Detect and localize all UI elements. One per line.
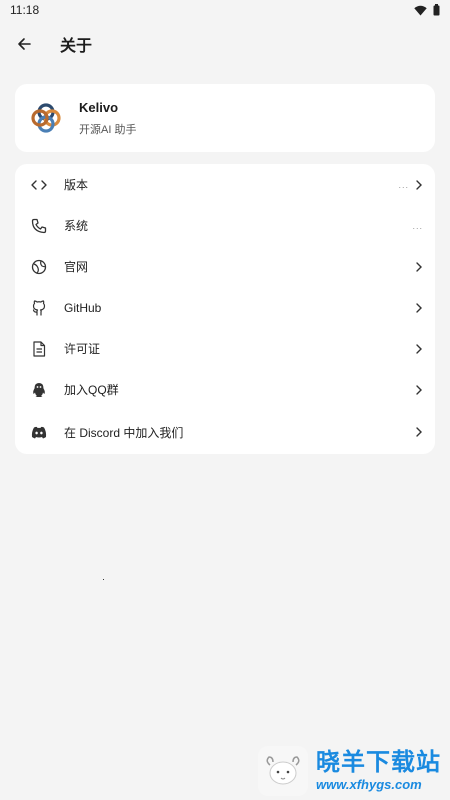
back-button[interactable]	[12, 32, 36, 56]
list-item-label: 系统	[64, 219, 89, 233]
discord-icon	[30, 423, 48, 441]
app-description: 开源AI 助手	[79, 123, 137, 136]
chevron-right-icon	[416, 179, 422, 190]
list-item-label: 加入QQ群	[64, 383, 119, 397]
list-item-discord[interactable]: 在 Discord 中加入我们	[15, 410, 435, 454]
chevron-right-icon	[416, 302, 422, 313]
chevron-right-icon	[416, 261, 422, 272]
chevron-right-icon	[416, 343, 422, 354]
status-time: 11:18	[10, 3, 40, 17]
list-item-label: 版本	[64, 178, 89, 192]
list-item-label: GitHub	[64, 300, 102, 315]
list-item-label: 许可证	[64, 342, 101, 356]
sheep-icon	[266, 756, 300, 785]
system-value: ...	[412, 220, 423, 231]
watermark: 晓羊下载站 www.xfhygs.com	[258, 742, 450, 800]
github-icon	[30, 299, 48, 317]
arrow-back-icon	[18, 38, 31, 50]
globe-icon	[30, 258, 48, 276]
list-item-label: 官网	[64, 260, 89, 274]
qq-icon	[30, 381, 48, 399]
list-item-label: 在 Discord 中加入我们	[64, 425, 184, 440]
about-list: 版本 ... 系统 ... 官网 GitHub 许可证 加入QQ群 在 Disc…	[15, 164, 435, 454]
status-icons	[414, 4, 440, 16]
list-item-license[interactable]: 许可证	[15, 328, 435, 369]
phone-icon	[30, 217, 48, 235]
stray-dot	[103, 579, 104, 580]
list-item-version[interactable]: 版本 ...	[15, 164, 435, 205]
list-item-system[interactable]: 系统 ...	[15, 205, 435, 246]
watermark-url: www.xfhygs.com	[316, 777, 422, 792]
list-item-qq-group[interactable]: 加入QQ群	[15, 369, 435, 410]
watermark-title: 晓羊下载站	[316, 749, 441, 776]
status-bar: 11:18	[0, 0, 450, 20]
battery-icon	[433, 4, 440, 16]
chevron-right-icon	[416, 384, 422, 395]
app-info-card: Kelivo 开源AI 助手	[15, 84, 435, 152]
version-value: ...	[398, 179, 409, 190]
page-title: 关于	[60, 38, 93, 55]
list-item-website[interactable]: 官网	[15, 246, 435, 287]
list-item-github[interactable]: GitHub	[15, 287, 435, 328]
app-name: Kelivo	[79, 99, 119, 115]
chevron-right-icon	[416, 427, 422, 437]
app-bar: 关于	[0, 20, 450, 68]
document-icon	[30, 340, 48, 358]
wifi-icon	[414, 5, 427, 15]
code-icon	[30, 176, 48, 194]
watermark-logo	[258, 746, 308, 796]
app-logo-icon	[31, 103, 61, 133]
